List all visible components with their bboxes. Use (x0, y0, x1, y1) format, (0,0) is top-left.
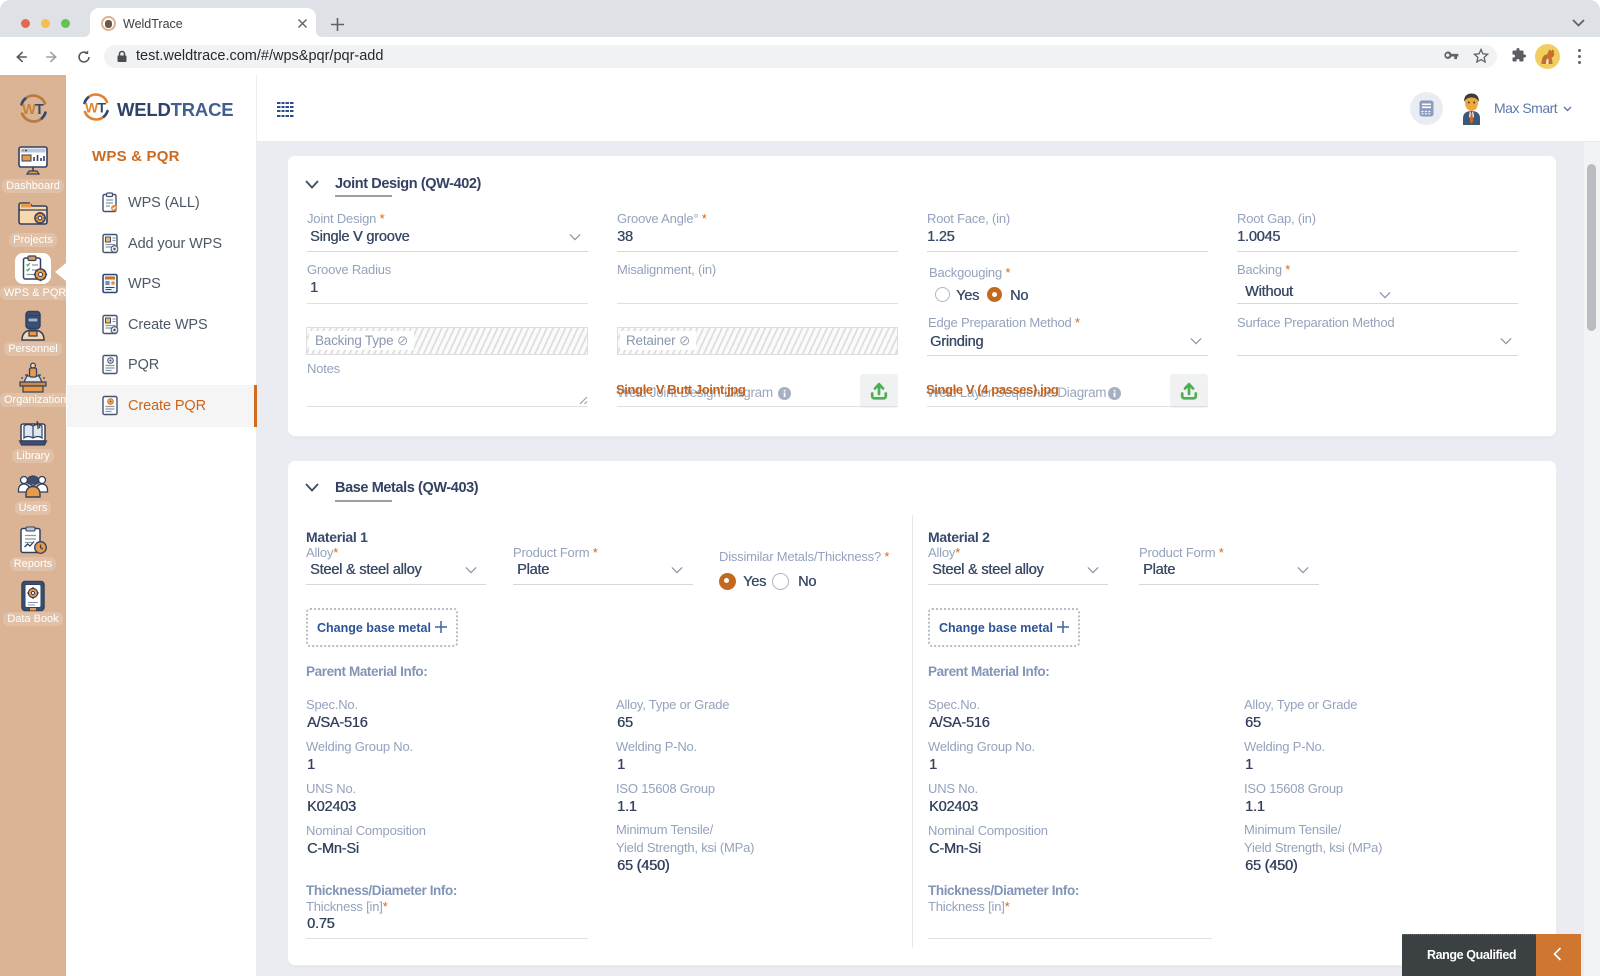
svg-text:T: T (98, 100, 107, 116)
svg-text:T: T (35, 102, 44, 118)
svg-text:W: W (22, 102, 36, 118)
